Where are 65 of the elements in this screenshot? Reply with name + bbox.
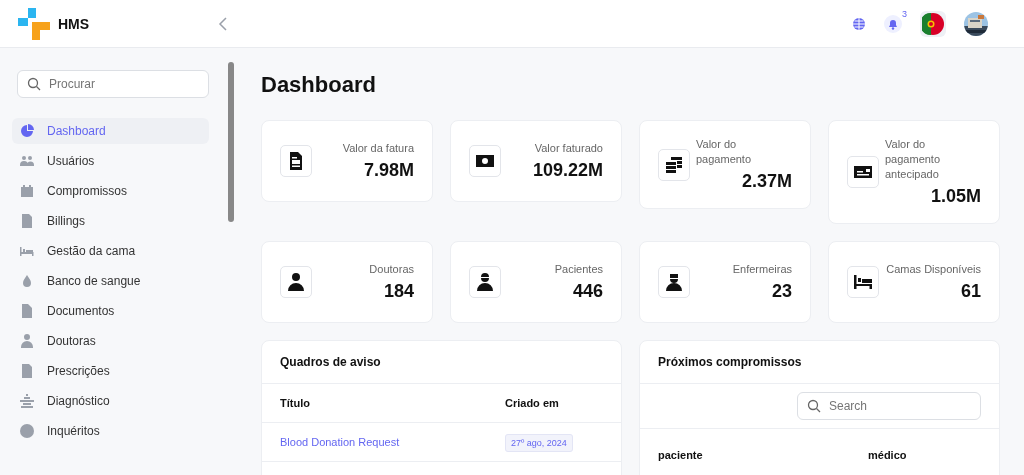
- panel-title: Quadros de aviso: [280, 355, 381, 369]
- page-title: Dashboard: [261, 72, 377, 98]
- stat-value: 109.22M: [532, 160, 603, 181]
- brand-name: HMS: [58, 15, 90, 32]
- calendar-icon: [20, 184, 34, 198]
- sidebar-item[interactable]: Usuários: [12, 148, 209, 174]
- sidebar-item[interactable]: Prescrições: [12, 358, 209, 384]
- stat-value: 23: [771, 281, 792, 302]
- drop-icon: [20, 274, 34, 288]
- patient-icon: [469, 266, 501, 298]
- panel-title: Próximos compromissos: [658, 355, 802, 369]
- column-header: médico: [868, 449, 907, 461]
- stat-value: 7.98M: [363, 160, 414, 181]
- sidebar-item[interactable]: Doutoras: [12, 328, 209, 354]
- stat-value: 184: [383, 281, 414, 302]
- stat-value: 446: [572, 281, 603, 302]
- sidebar-item[interactable]: Gestão da cama: [12, 238, 209, 264]
- doctor-icon: [20, 334, 34, 348]
- invoice-icon: [280, 145, 312, 177]
- nurse-icon: [658, 266, 690, 298]
- collapse-icon[interactable]: [218, 15, 228, 32]
- sidebar-item[interactable]: Billings: [12, 208, 209, 234]
- notification-count: 3: [902, 8, 907, 19]
- users-icon: [20, 154, 34, 168]
- stat-label: Valor do pagamento: [696, 137, 753, 167]
- column-header: Título: [280, 397, 311, 409]
- stat-label: Camas Disponíveis: [886, 262, 981, 277]
- card-icon: [847, 156, 879, 188]
- sidebar-item[interactable]: Dashboard: [12, 118, 209, 144]
- stat-value: 1.05M: [930, 186, 981, 207]
- globe-icon[interactable]: [852, 16, 866, 31]
- search-field[interactable]: Procurar: [17, 70, 209, 98]
- notice-link[interactable]: Blood Donation Request: [280, 436, 505, 448]
- diag-icon: [20, 394, 34, 408]
- bill-icon: [20, 214, 34, 228]
- money-icon: [469, 145, 501, 177]
- logo-icon: [18, 7, 50, 40]
- column-header: paciente: [658, 449, 704, 461]
- language-button[interactable]: [920, 10, 946, 37]
- stat-label: Valor do pagamento antecipado: [885, 137, 942, 182]
- flag-icon: [922, 12, 944, 35]
- bill-icon: [20, 364, 34, 378]
- date-tag: 27º ago, 2024: [505, 434, 573, 452]
- search-icon: [807, 399, 821, 413]
- sidebar-item[interactable]: Documentos: [12, 298, 209, 324]
- stat-label: Pacientes: [554, 262, 603, 277]
- bed-icon: [20, 244, 34, 258]
- search-field[interactable]: Search: [797, 392, 981, 420]
- bed-icon: [847, 266, 879, 298]
- column-header: Criado em: [505, 397, 559, 409]
- stat-label: Valor faturado: [534, 141, 603, 156]
- chart-icon: [20, 124, 34, 138]
- doctor-icon: [280, 266, 312, 298]
- sidebar-item[interactable]: Banco de sangue: [12, 268, 209, 294]
- bell-icon[interactable]: [884, 14, 902, 33]
- stat-value: 2.37M: [741, 171, 792, 192]
- stat-value: 61: [960, 281, 981, 302]
- search-icon: [27, 77, 41, 91]
- stat-label: Doutoras: [369, 262, 414, 277]
- stat-label: Enfermeiras: [732, 262, 792, 277]
- doc-icon: [20, 304, 34, 318]
- sidebar-item[interactable]: Diagnóstico: [12, 388, 209, 414]
- stat-label: Valor da fatura: [342, 141, 414, 156]
- sidebar-item[interactable]: Inquéritos: [12, 418, 209, 444]
- sidebar-item[interactable]: Compromissos: [12, 178, 209, 204]
